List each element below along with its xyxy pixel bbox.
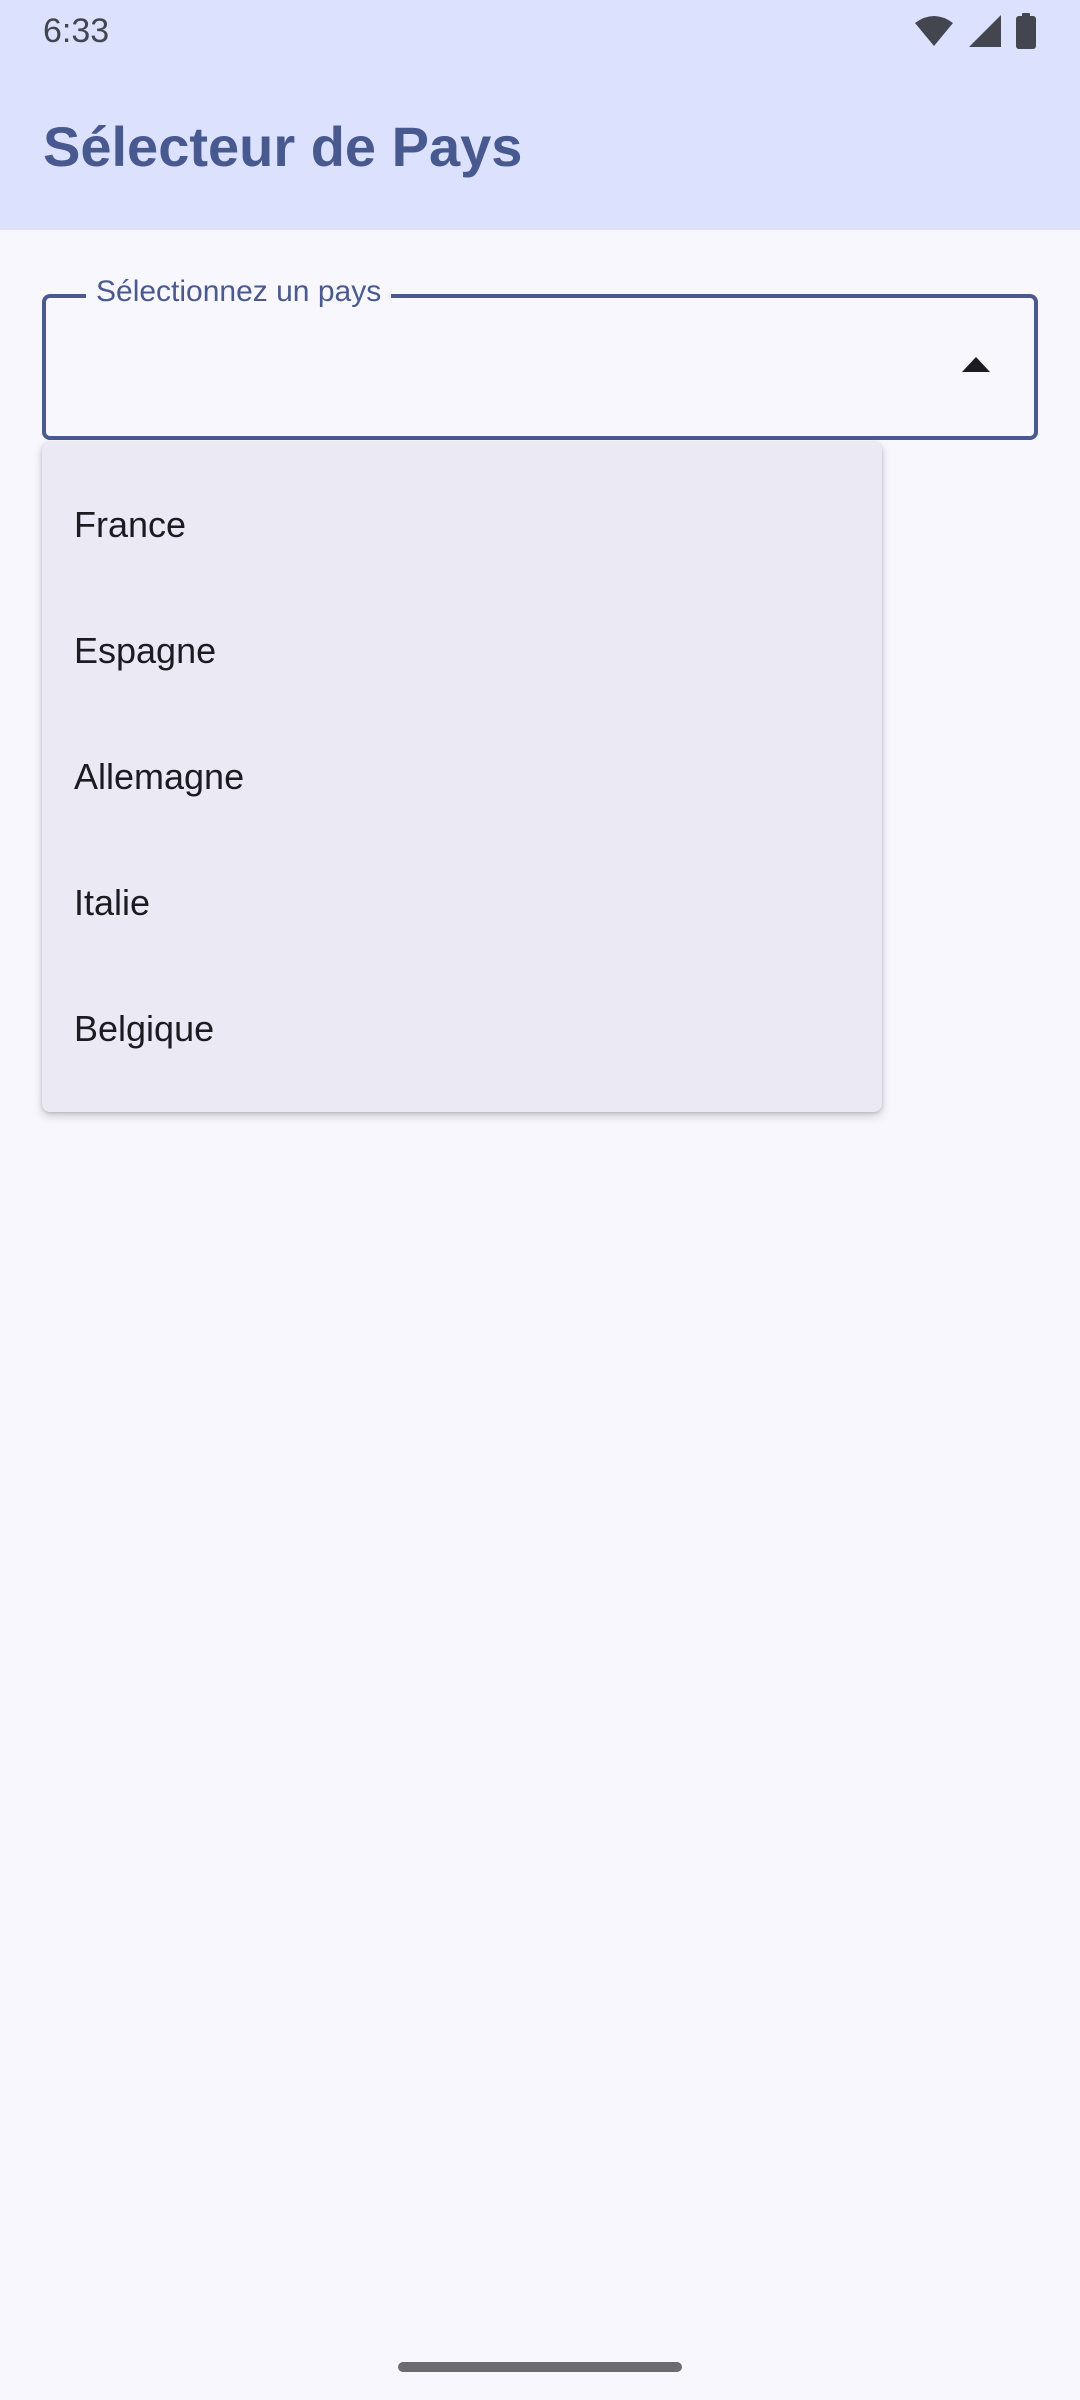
wifi-icon bbox=[914, 15, 954, 47]
menu-item-espagne[interactable]: Espagne bbox=[42, 588, 882, 714]
status-icons bbox=[914, 12, 1036, 50]
menu-item-allemagne[interactable]: Allemagne bbox=[42, 714, 882, 840]
status-bar: 6:33 bbox=[0, 0, 1080, 62]
battery-icon bbox=[1016, 13, 1036, 49]
menu-item-italie[interactable]: Italie bbox=[42, 840, 882, 966]
menu-item-france[interactable]: France bbox=[42, 462, 882, 588]
status-time: 6:33 bbox=[43, 12, 110, 50]
country-select-label: Sélectionnez un pays bbox=[86, 272, 392, 312]
country-dropdown-menu: France Espagne Allemagne Italie Belgique bbox=[42, 442, 882, 1112]
country-select-input[interactable] bbox=[66, 328, 926, 408]
country-select-field[interactable]: Sélectionnez un pays bbox=[42, 272, 1038, 440]
menu-item-belgique[interactable]: Belgique bbox=[42, 966, 882, 1092]
top-app-area: 6:33 Sélecteur de Pays bbox=[0, 0, 1080, 230]
page-title: Sélecteur de Pays bbox=[43, 115, 523, 178]
home-indicator[interactable] bbox=[398, 2362, 682, 2372]
caret-up-icon[interactable] bbox=[962, 356, 990, 377]
signal-icon bbox=[968, 14, 1002, 48]
main-content: Sélectionnez un pays France Espagne Alle… bbox=[0, 230, 1080, 2400]
